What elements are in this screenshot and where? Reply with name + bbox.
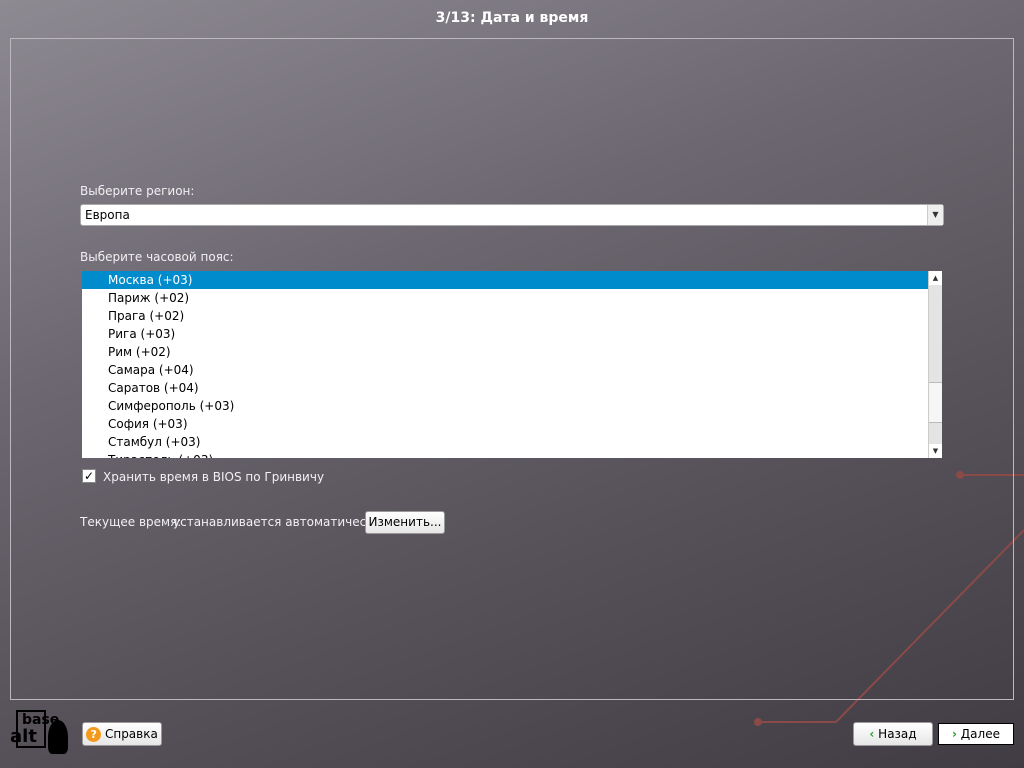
help-label: Справка	[104, 727, 158, 741]
region-label: Выберите регион:	[80, 184, 195, 198]
timezone-item[interactable]: Рим (+02)	[82, 343, 942, 361]
timezone-list[interactable]: Москва (+03) Париж (+02) Прага (+02) Рига (…	[82, 271, 942, 458]
chevron-left-icon: ‹	[869, 727, 875, 741]
next-button[interactable]: › Далее	[938, 723, 1014, 745]
timezone-item[interactable]: Париж (+02)	[82, 289, 942, 307]
current-time-value: устанавливается автоматически	[173, 515, 382, 529]
help-button[interactable]: ? Справка	[82, 722, 162, 746]
bios-checkbox[interactable]: ✓	[82, 469, 96, 483]
timezone-item[interactable]: Симферополь (+03)	[82, 397, 942, 415]
chevron-down-icon[interactable]: ▼	[927, 205, 943, 225]
scrollbar[interactable]: ▲ ▼	[928, 271, 942, 458]
bios-label: Хранить время в BIOS по Гринвичу	[103, 470, 325, 484]
chevron-right-icon: ›	[952, 727, 957, 741]
region-value: Европа	[85, 208, 130, 222]
timezone-item[interactable]: Рига (+03)	[82, 325, 942, 343]
scroll-up-icon[interactable]: ▲	[929, 271, 942, 285]
scroll-down-icon[interactable]: ▼	[929, 444, 942, 458]
next-label: Далее	[960, 727, 1000, 741]
current-time-label: Текущее время:	[80, 515, 182, 529]
basealt-logo: base alt	[10, 710, 76, 760]
region-select[interactable]: Европа ▼	[80, 204, 944, 226]
page-title: 3/13: Дата и время	[435, 10, 589, 26]
scrollbar-thumb[interactable]	[929, 382, 942, 423]
timezone-item[interactable]: Стамбул (+03)	[82, 433, 942, 451]
back-label: Назад	[878, 727, 917, 741]
help-icon: ?	[86, 727, 102, 742]
timezone-label: Выберите часовой пояс:	[80, 250, 234, 264]
timezone-item[interactable]: Саратов (+04)	[82, 379, 942, 397]
timezone-item[interactable]: Тирасполь (+03)	[82, 451, 942, 458]
timezone-item[interactable]: Самара (+04)	[82, 361, 942, 379]
change-time-button[interactable]: Изменить...	[365, 511, 445, 534]
timezone-item[interactable]: София (+03)	[82, 415, 942, 433]
timezone-item[interactable]: Прага (+02)	[82, 307, 942, 325]
back-button[interactable]: ‹ Назад	[853, 722, 933, 746]
timezone-item[interactable]: Москва (+03)	[82, 271, 942, 289]
